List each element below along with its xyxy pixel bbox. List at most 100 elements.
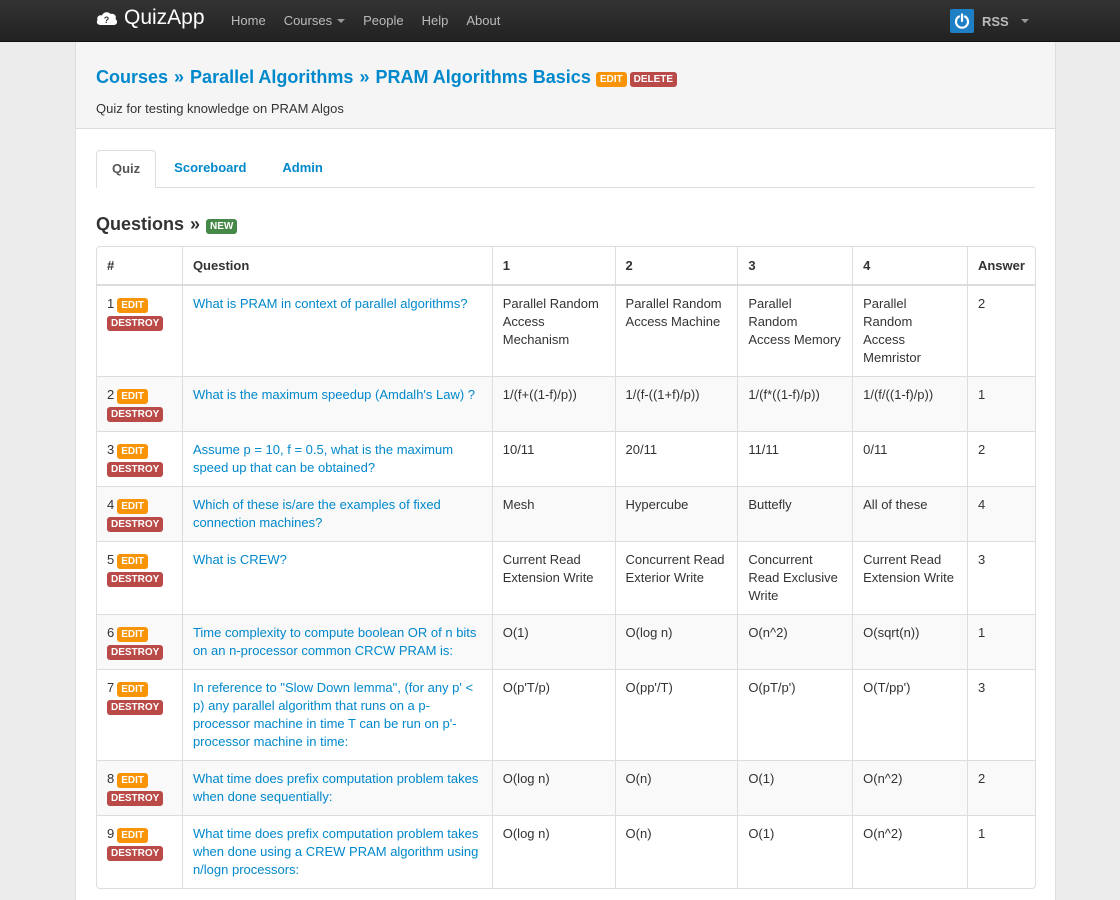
column-header-answer: Answer bbox=[966, 247, 1035, 286]
question-link[interactable]: Which of these is/are the examples of fi… bbox=[181, 486, 492, 541]
crumb-course[interactable]: Parallel Algorithms bbox=[190, 67, 353, 88]
destroy-question-button[interactable]: DESTROY bbox=[107, 517, 164, 532]
destroy-question-button[interactable]: DESTROY bbox=[107, 572, 164, 587]
delete-quiz-button[interactable]: DELETE bbox=[629, 72, 678, 87]
power-icon[interactable] bbox=[950, 9, 974, 33]
destroy-question-button[interactable]: DESTROY bbox=[107, 791, 164, 806]
crumb-quiz[interactable]: PRAM Algorithms Basics bbox=[375, 67, 590, 88]
edit-quiz-button[interactable]: EDIT bbox=[595, 72, 627, 87]
option-1-cell: Current Read Extension Write bbox=[491, 541, 615, 614]
option-4-cell: O(sqrt(n)) bbox=[852, 614, 967, 669]
edit-question-button[interactable]: EDIT bbox=[117, 389, 149, 404]
option-1-cell: Parallel Random Access Mechanism bbox=[491, 286, 615, 376]
question-link[interactable]: What is the maximum speedup (Amdalh's La… bbox=[181, 376, 492, 431]
option-4-cell: Current Read Extension Write bbox=[852, 541, 967, 614]
edit-question-button[interactable]: EDIT bbox=[117, 298, 149, 313]
question-link[interactable]: In reference to "Slow Down lemma", (for … bbox=[181, 669, 492, 760]
user-name-dropdown[interactable]: RSS bbox=[982, 14, 1029, 29]
column-header-option-2: 2 bbox=[614, 247, 738, 286]
option-3-cell: Buttefly bbox=[737, 486, 853, 541]
column-header-number: # bbox=[97, 247, 182, 286]
nav-about-label: About bbox=[466, 13, 501, 28]
nav-courses-dropdown[interactable]: Courses bbox=[275, 0, 354, 42]
edit-question-button[interactable]: EDIT bbox=[117, 627, 149, 642]
table-row: 3 EDIT DESTROY Assume p = 10, f = 0.5, what… bbox=[97, 431, 1035, 486]
table-header-row: # Question 1 2 3 4 Answer bbox=[97, 247, 1035, 286]
question-number: 2 bbox=[107, 387, 115, 402]
answer-cell: 1 bbox=[966, 614, 1035, 669]
edit-question-button[interactable]: EDIT bbox=[117, 828, 149, 843]
question-number: 5 bbox=[107, 552, 115, 567]
crumb-separator: » bbox=[359, 67, 370, 87]
option-4-cell: Parallel Random Access Memristor bbox=[852, 286, 967, 376]
option-1-cell: O(log n) bbox=[491, 760, 615, 815]
option-3-cell: Parallel Random Access Memory bbox=[737, 286, 852, 376]
destroy-question-button[interactable]: DESTROY bbox=[107, 316, 164, 331]
question-number-cell: 4 EDIT DESTROY bbox=[97, 486, 182, 541]
question-number-cell: 9 EDIT DESTROY bbox=[97, 815, 182, 888]
option-2-cell: Concurrent Read Exterior Write bbox=[614, 541, 738, 614]
tab-admin[interactable]: Admin bbox=[264, 150, 340, 187]
question-link[interactable]: Time complexity to compute boolean OR of… bbox=[181, 614, 492, 669]
question-link[interactable]: What time does prefix computation proble… bbox=[181, 760, 492, 815]
question-number-cell: 2 EDIT DESTROY bbox=[97, 376, 182, 431]
answer-cell: 2 bbox=[966, 760, 1035, 815]
option-2-cell: O(log n) bbox=[614, 614, 738, 669]
edit-question-button[interactable]: EDIT bbox=[117, 499, 149, 514]
edit-question-button[interactable]: EDIT bbox=[117, 773, 149, 788]
question-number: 9 bbox=[107, 826, 115, 841]
question-link[interactable]: What is PRAM in context of parallel algo… bbox=[181, 286, 492, 376]
option-1-cell: O(p'T/p) bbox=[491, 669, 615, 760]
question-link[interactable]: Assume p = 10, f = 0.5, what is the maxi… bbox=[181, 431, 492, 486]
question-number: 7 bbox=[107, 680, 115, 695]
option-4-cell: All of these bbox=[852, 486, 967, 541]
table-row: 1 EDIT DESTROY What is PRAM in context of p… bbox=[97, 286, 1035, 376]
option-2-cell: Hypercube bbox=[614, 486, 738, 541]
question-number-cell: 5 EDIT DESTROY bbox=[97, 541, 182, 614]
column-header-option-3: 3 bbox=[737, 247, 853, 286]
option-1-cell: 1/(f+((1-f)/p)) bbox=[491, 376, 615, 431]
option-4-cell: 1/(f/((1-f)/p)) bbox=[852, 376, 967, 431]
top-navbar: ? QuizApp Home Courses People Help About… bbox=[0, 0, 1120, 42]
question-number: 6 bbox=[107, 625, 115, 640]
nav-people[interactable]: People bbox=[354, 0, 412, 42]
edit-question-button[interactable]: EDIT bbox=[117, 444, 149, 459]
option-3-cell: O(1) bbox=[737, 760, 853, 815]
nav-home[interactable]: Home bbox=[222, 0, 275, 42]
answer-cell: 3 bbox=[966, 541, 1035, 614]
option-3-cell: O(1) bbox=[737, 815, 853, 888]
tab-scoreboard[interactable]: Scoreboard bbox=[156, 150, 264, 187]
destroy-question-button[interactable]: DESTROY bbox=[107, 407, 164, 422]
crumb-separator: » bbox=[174, 67, 185, 87]
questions-table: # Question 1 2 3 4 Answer 1 EDIT DESTROY Wh… bbox=[96, 246, 1036, 889]
destroy-question-button[interactable]: DESTROY bbox=[107, 846, 164, 861]
option-4-cell: O(n^2) bbox=[852, 815, 967, 888]
table-row: 5 EDIT DESTROY What is CREW? Current Read Ex… bbox=[97, 541, 1035, 614]
question-number-cell: 8 EDIT DESTROY bbox=[97, 760, 182, 815]
column-header-question: Question bbox=[181, 247, 492, 286]
answer-cell: 1 bbox=[966, 815, 1035, 888]
tab-bar: Quiz Scoreboard Admin bbox=[96, 150, 1035, 188]
new-question-button[interactable]: NEW bbox=[206, 219, 238, 234]
edit-question-button[interactable]: EDIT bbox=[117, 554, 149, 569]
crumb-courses[interactable]: Courses bbox=[96, 67, 168, 88]
nav-about[interactable]: About bbox=[457, 0, 509, 42]
option-3-cell: Concurrent Read Exclusive Write bbox=[737, 541, 853, 614]
destroy-question-button[interactable]: DESTROY bbox=[107, 700, 164, 715]
quiz-description: Quiz for testing knowledge on PRAM Algos bbox=[96, 101, 344, 116]
table-row: 9 EDIT DESTROY What time does prefix comput… bbox=[97, 815, 1035, 888]
question-link[interactable]: What time does prefix computation proble… bbox=[181, 815, 492, 888]
destroy-question-button[interactable]: DESTROY bbox=[107, 462, 164, 477]
answer-cell: 2 bbox=[966, 431, 1035, 486]
brand-name: QuizApp bbox=[124, 6, 205, 29]
tab-quiz[interactable]: Quiz bbox=[96, 150, 157, 188]
destroy-question-button[interactable]: DESTROY bbox=[107, 645, 164, 660]
nav-help[interactable]: Help bbox=[413, 0, 458, 42]
user-menu[interactable]: RSS bbox=[950, 9, 1029, 33]
brand-link[interactable]: ? QuizApp bbox=[95, 6, 205, 30]
edit-question-button[interactable]: EDIT bbox=[117, 682, 149, 697]
question-link[interactable]: What is CREW? bbox=[181, 541, 492, 614]
option-3-cell: O(n^2) bbox=[737, 614, 853, 669]
answer-cell: 1 bbox=[966, 376, 1035, 431]
questions-title: Questions bbox=[96, 214, 185, 234]
